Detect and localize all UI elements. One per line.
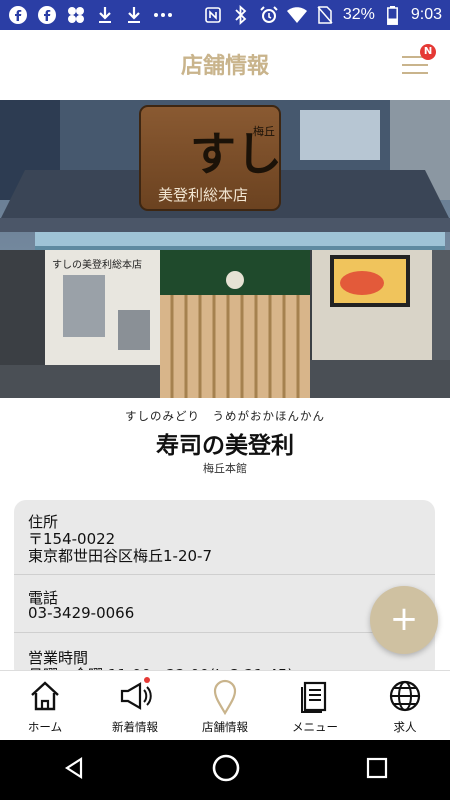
phone-number[interactable]: 03-3429-0066 (28, 604, 134, 622)
tab-jobs-label: 求人 (393, 720, 417, 734)
plus-icon: + (389, 599, 419, 639)
tab-menu-label: メニュー (292, 720, 338, 734)
bluetooth-icon (231, 5, 251, 25)
hamburger-menu-button[interactable]: N (400, 44, 436, 80)
alarm-icon (259, 5, 279, 25)
add-fab-button[interactable]: + (370, 586, 438, 654)
news-notification-dot (144, 677, 150, 683)
store-name-block: すしのみどり うめがおかほんかん 寿司の美登利 梅丘本館 (0, 408, 450, 476)
tab-store-info-label: 店舗情報 (202, 720, 248, 734)
no-sim-icon (315, 5, 335, 25)
tab-store-info[interactable]: 店舗情報 (180, 671, 270, 741)
download-icon (95, 5, 115, 25)
system-navigation-bar (0, 740, 450, 800)
back-button[interactable] (62, 756, 86, 784)
clock: 9:03 (410, 6, 442, 23)
home-icon (31, 681, 59, 711)
storefront-photo: すし 梅丘 美登利総本店 すしの美登利総本店 (0, 100, 450, 398)
tab-jobs[interactable]: 求人 (360, 671, 450, 741)
notification-badge: N (420, 44, 436, 60)
download-icon (124, 5, 144, 25)
facebook-icon (37, 5, 57, 25)
store-name-reading: すしのみどり うめがおかほんかん (125, 409, 325, 423)
wifi-icon (286, 5, 307, 25)
facebook-icon (8, 5, 28, 25)
globe-icon (389, 680, 421, 712)
megaphone-icon (120, 682, 152, 710)
sign-small-text: 梅丘 (253, 124, 275, 138)
sign-sub-text: 美登利総本店 (158, 186, 248, 204)
store-branch: 梅丘本館 (203, 462, 247, 475)
tab-home-label: ホーム (27, 720, 63, 734)
store-name: 寿司の美登利 (156, 433, 294, 459)
banner-text: すしの美登利総本店 (52, 258, 142, 271)
back-triangle-icon (65, 756, 83, 780)
address-section: 住所 〒154-0022 東京都世田谷区梅丘1-20-7 (14, 500, 435, 574)
store-info-card: 住所 〒154-0022 東京都世田谷区梅丘1-20-7 電話 03-3429-… (14, 500, 435, 680)
pinwheel-icon (66, 5, 86, 25)
recents-button[interactable] (366, 757, 388, 783)
more-icon (153, 5, 173, 25)
recents-square-icon (366, 757, 387, 779)
tab-menu[interactable]: メニュー (270, 671, 360, 741)
tab-news-label: 新着情報 (112, 720, 158, 734)
app-header: 店舗情報 N (0, 30, 450, 101)
bottom-tab-bar: ホーム 新着情報 店舗情報 メニュー 求人 (0, 670, 450, 741)
tab-home[interactable]: ホーム (0, 671, 90, 741)
page-title: 店舗情報 (180, 54, 269, 79)
home-circle-icon (212, 754, 240, 782)
nfc-icon (203, 5, 223, 25)
home-nav-button[interactable] (211, 753, 241, 787)
menu-book-icon (301, 681, 327, 713)
battery-percent: 32% (342, 6, 375, 23)
tab-news[interactable]: 新着情報 (90, 671, 180, 741)
battery-icon (383, 5, 403, 25)
status-bar: 32% 9:03 (0, 0, 450, 30)
location-pin-icon (213, 679, 237, 715)
address-text[interactable]: 東京都世田谷区梅丘1-20-7 (28, 545, 212, 566)
